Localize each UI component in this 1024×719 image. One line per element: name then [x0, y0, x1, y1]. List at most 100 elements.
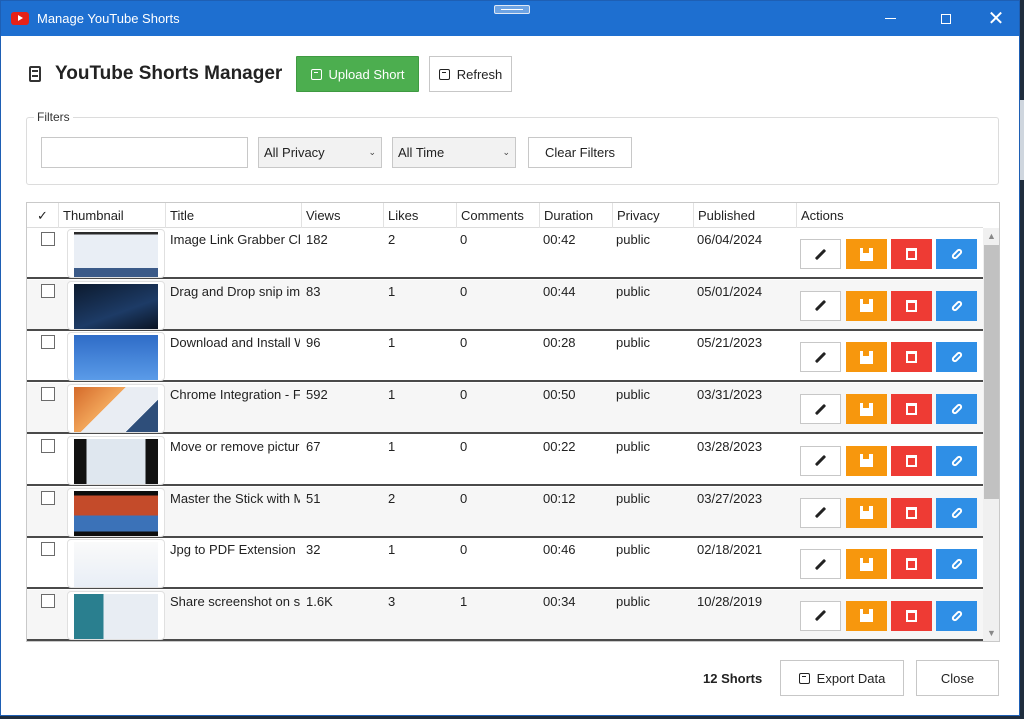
delete-button[interactable]	[891, 342, 932, 373]
pencil-icon	[814, 351, 827, 364]
likes-cell: 1	[388, 283, 396, 299]
scrollbar-thumb[interactable]	[984, 245, 999, 499]
link-icon	[950, 402, 963, 416]
time-select[interactable]: All Time ⌄	[392, 137, 516, 168]
row-checkbox[interactable]	[41, 283, 55, 298]
copy-link-button[interactable]	[936, 600, 977, 631]
copy-link-button[interactable]	[936, 290, 977, 321]
delete-button[interactable]	[891, 290, 932, 321]
pencil-icon	[814, 610, 827, 622]
column-header-published[interactable]: Published	[694, 203, 797, 228]
edit-button[interactable]	[800, 445, 841, 476]
privacy-cell: public	[616, 283, 650, 299]
copy-link-button[interactable]	[936, 342, 977, 373]
download-button[interactable]	[846, 239, 887, 269]
row-checkbox[interactable]	[41, 232, 55, 246]
export-icon	[798, 672, 810, 684]
column-header-title[interactable]: Title	[166, 203, 302, 228]
delete-button[interactable]	[891, 445, 932, 476]
vertical-scrollbar[interactable]: ▲ ▼	[983, 228, 999, 641]
table-row[interactable]: Chrome Integration - Fr 592 1 0 00:50 public 0…	[27, 383, 983, 435]
download-button[interactable]	[846, 290, 887, 321]
published-cell: 06/04/2024	[697, 232, 763, 247]
edit-button[interactable]	[800, 239, 841, 269]
row-checkbox[interactable]	[41, 542, 55, 557]
close-button[interactable]: Close	[916, 660, 999, 696]
delete-button[interactable]	[891, 549, 932, 580]
thumbnail-image	[74, 387, 158, 433]
download-button[interactable]	[846, 497, 887, 528]
download-button[interactable]	[846, 394, 887, 425]
table-row[interactable]: Drag and Drop snip ima 83 1 0 00:44 public 05/…	[27, 279, 983, 331]
minimize-button[interactable]	[867, 1, 913, 36]
window-close-button[interactable]: ✕	[973, 1, 1019, 36]
refresh-button[interactable]: Refresh	[429, 56, 512, 92]
views-cell: 51	[306, 490, 321, 506]
column-header-comments[interactable]: Comments	[457, 203, 540, 228]
scroll-down-icon[interactable]: ▼	[983, 625, 999, 641]
privacy-select[interactable]: All Privacy ⌄	[258, 137, 382, 168]
thumbnail-frame	[67, 590, 165, 640]
copy-link-button[interactable]	[936, 549, 977, 580]
title-bar[interactable]: Manage YouTube Shorts ✕	[1, 1, 1019, 36]
download-button[interactable]	[846, 600, 887, 631]
table-row[interactable]: Move or remove picture 67 1 0 00:22 public 03/…	[27, 434, 983, 486]
scroll-up-icon[interactable]: ▲	[983, 228, 999, 245]
column-header-select[interactable]: ✓	[27, 203, 59, 228]
search-input[interactable]	[41, 137, 248, 168]
delete-button[interactable]	[891, 600, 932, 631]
privacy-cell: public	[616, 542, 650, 558]
thumbnail-image	[74, 232, 158, 277]
row-checkbox[interactable]	[41, 490, 55, 505]
copy-link-button[interactable]	[936, 239, 977, 269]
edit-button[interactable]	[800, 394, 841, 425]
save-icon	[860, 402, 873, 416]
maximize-button[interactable]	[923, 1, 969, 36]
copy-link-button[interactable]	[936, 394, 977, 425]
row-checkbox[interactable]	[41, 593, 55, 608]
column-header-likes[interactable]: Likes	[384, 203, 457, 228]
duration-cell: 00:50	[543, 387, 576, 403]
table-row[interactable]: Jpg to PDF Extension 32 1 0 00:46 public 02/18…	[27, 538, 983, 590]
delete-button[interactable]	[891, 394, 932, 425]
delete-button[interactable]	[891, 497, 932, 528]
trash-icon	[906, 351, 917, 364]
download-button[interactable]	[846, 445, 887, 476]
thumbnail-frame	[67, 332, 165, 382]
copy-link-button[interactable]	[936, 445, 977, 476]
edit-button[interactable]	[800, 600, 841, 631]
page-title: YouTube Shorts Manager	[55, 63, 283, 84]
thumbnail-frame	[67, 229, 165, 278]
row-checkbox[interactable]	[41, 387, 55, 402]
table-row[interactable]: Share screenshot on sk 1.6K 3 1 00:34 public 1…	[27, 589, 983, 641]
table-row[interactable]: Image Link Grabber Chr 182 2 0 00:42 public 06…	[27, 228, 983, 279]
download-button[interactable]	[846, 342, 887, 373]
edit-button[interactable]	[800, 497, 841, 528]
drag-grip-icon[interactable]	[494, 5, 530, 14]
filters-legend: Filters	[34, 110, 73, 124]
table-row[interactable]: Download and Install W 96 1 0 00:28 public 05/…	[27, 331, 983, 383]
likes-cell: 2	[388, 490, 396, 506]
table-row[interactable]: Master the Stick with M 51 2 0 00:12 public 03…	[27, 486, 983, 538]
delete-button[interactable]	[891, 239, 932, 269]
row-checkbox[interactable]	[41, 335, 55, 350]
export-data-button[interactable]: Export Data	[780, 660, 904, 696]
copy-link-button[interactable]	[936, 497, 977, 528]
column-header-views[interactable]: Views	[302, 203, 384, 228]
column-header-duration[interactable]: Duration	[540, 203, 613, 228]
edit-button[interactable]	[800, 290, 841, 321]
chevron-down-icon: ⌄	[502, 147, 510, 157]
column-header-privacy[interactable]: Privacy	[613, 203, 694, 228]
edit-button[interactable]	[800, 342, 841, 373]
trash-icon	[906, 299, 917, 312]
views-cell: 96	[306, 335, 321, 351]
link-icon	[950, 454, 963, 468]
row-checkbox[interactable]	[41, 438, 55, 453]
comments-cell: 0	[460, 335, 468, 351]
download-button[interactable]	[846, 549, 887, 580]
upload-short-button[interactable]: Upload Short	[296, 56, 419, 92]
clear-filters-button[interactable]: Clear Filters	[528, 137, 632, 168]
edit-button[interactable]	[800, 549, 841, 580]
save-icon	[860, 609, 873, 623]
column-header-thumbnail[interactable]: Thumbnail	[59, 203, 166, 228]
